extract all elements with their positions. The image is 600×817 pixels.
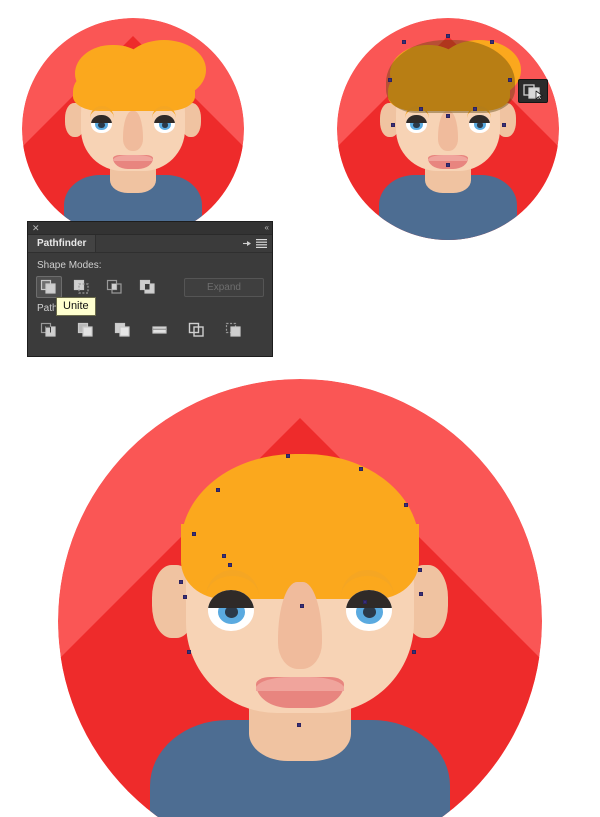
- merge-icon: [114, 322, 130, 337]
- eyelid-left: [90, 114, 112, 124]
- upper-lip: [428, 154, 468, 162]
- panel-tabbar: Pathfinder: [28, 235, 272, 253]
- shape-mode-exclude-button[interactable]: [135, 276, 161, 298]
- panel-titlebar: ✕ «: [28, 222, 272, 235]
- shape-mode-unite-button[interactable]: [36, 276, 62, 298]
- avatar-circle: [58, 379, 542, 817]
- outline-icon: [188, 322, 204, 337]
- unite-tooltip: Unite: [56, 297, 96, 316]
- divide-icon: [40, 322, 56, 337]
- unite-icon: [40, 279, 56, 294]
- avatar-hair-selected: [337, 18, 559, 240]
- avatar-circle: [337, 18, 559, 240]
- pathfinder-outline-button[interactable]: [184, 319, 210, 341]
- avatar-after-unite: [58, 379, 542, 817]
- avatar-circle: [22, 18, 244, 240]
- eye-left: [405, 114, 427, 134]
- shape-mode-intersect-button[interactable]: [102, 276, 128, 298]
- collapse-to-icons-icon[interactable]: «: [265, 224, 270, 232]
- eyelid-right: [469, 114, 491, 124]
- pathfinder-crop-button[interactable]: [147, 319, 173, 341]
- panel-menu-icon: [256, 239, 267, 248]
- mouth: [428, 154, 468, 169]
- expand-button[interactable]: Expand: [184, 277, 264, 297]
- unite-button-cursor[interactable]: [518, 79, 548, 103]
- nose: [278, 582, 322, 670]
- unite-tooltip-label: Unite: [63, 300, 89, 312]
- anchor-point: [411, 650, 416, 655]
- pathfinder-merge-button[interactable]: [110, 319, 136, 341]
- hair-base-mass: [388, 62, 511, 112]
- minus-back-icon: [225, 322, 241, 337]
- expand-button-label: Expand: [207, 281, 241, 293]
- nose: [123, 111, 143, 152]
- shape-mode-minus-front-button[interactable]: [69, 276, 95, 298]
- anchor-point: [446, 33, 450, 38]
- pathfinder-panel[interactable]: ✕ « Pathfinder Shape Modes: Expand: [27, 221, 273, 357]
- nose: [438, 111, 458, 152]
- panel-options-arrow-icon: [243, 241, 251, 246]
- mouth: [256, 676, 344, 709]
- close-icon[interactable]: ✕: [32, 223, 40, 233]
- upper-lip: [113, 154, 153, 162]
- pathfinder-trim-button[interactable]: [73, 319, 99, 341]
- eyelid-right: [346, 589, 392, 609]
- avatar-figure: [22, 18, 244, 240]
- eyelid-left: [405, 114, 427, 124]
- pathfinder-divide-button[interactable]: [36, 319, 62, 341]
- screenshot-canvas: ✕ « Pathfinder Shape Modes: Expand Unite: [0, 0, 600, 817]
- tab-pathfinder-label: Pathfinder: [37, 238, 87, 249]
- crop-icon: [152, 326, 167, 334]
- avatar-before-unite: [22, 18, 244, 240]
- panel-menu-group: [243, 235, 272, 252]
- tabbar-filler: [96, 235, 243, 252]
- shape-modes-label: Shape Modes:: [37, 260, 102, 271]
- avatar-figure: [58, 379, 542, 817]
- eye-right: [346, 589, 392, 631]
- eye-left: [208, 589, 254, 631]
- eyelid-right: [154, 114, 176, 124]
- unite-shape-mode-icon: [523, 83, 543, 100]
- anchor-point: [401, 40, 406, 45]
- exclude-icon: [139, 279, 155, 294]
- upper-lip: [256, 676, 344, 692]
- intersect-icon: [106, 279, 122, 294]
- pathfinder-minus-back-button[interactable]: [221, 319, 247, 341]
- eyelid-left: [208, 589, 254, 609]
- eye-left: [90, 114, 112, 134]
- mouth: [113, 154, 153, 169]
- tab-pathfinder[interactable]: Pathfinder: [28, 235, 97, 252]
- pathfinders-row: [36, 319, 264, 341]
- avatar-figure: [337, 18, 559, 240]
- hair-fringe-right: [271, 524, 419, 583]
- hair-base-mass: [73, 62, 196, 112]
- shape-modes-row: Expand: [36, 276, 264, 298]
- trim-icon: [77, 322, 93, 337]
- minus-front-icon: [73, 279, 89, 294]
